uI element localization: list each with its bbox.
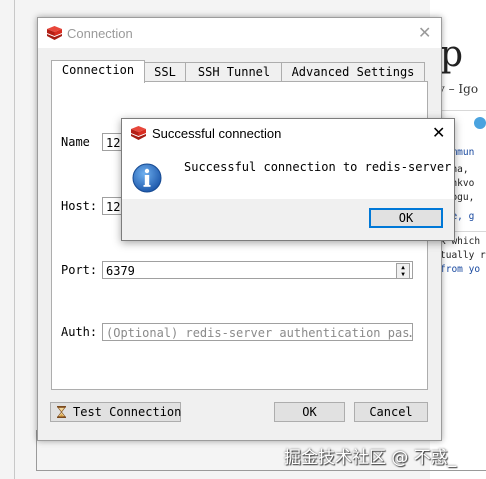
test-connection-button[interactable]: Test Connection xyxy=(50,402,181,422)
dialog-titlebar: Connection ✕ xyxy=(38,18,441,48)
name-label: Name xyxy=(61,135,90,149)
port-label: Port: xyxy=(61,263,98,277)
background-text-line: tually r xyxy=(440,250,486,261)
dialog-title: Connection xyxy=(67,26,133,41)
tab-advanced-settings[interactable]: Advanced Settings xyxy=(281,62,425,82)
twitter-icon xyxy=(474,117,486,129)
tab-connection[interactable]: Connection xyxy=(51,60,145,83)
close-icon[interactable]: ✕ xyxy=(418,25,431,41)
redis-logo-icon xyxy=(131,126,146,140)
watermark-text: 掘金技术社区 @ 不惑_ xyxy=(284,448,457,468)
success-dialog-title: Successful connection xyxy=(152,126,282,141)
close-icon[interactable]: ✕ xyxy=(432,125,445,141)
hourglass-icon xyxy=(57,406,66,418)
host-label: Host: xyxy=(61,199,98,213)
success-dialog: Successful connection ✕ Successful conne… xyxy=(121,118,455,241)
auth-field[interactable]: (Optional) redis-server authentication p… xyxy=(102,323,413,341)
success-message: Successful connection to redis-server xyxy=(184,160,452,174)
background-subtitle: y – Igo xyxy=(438,82,479,96)
auth-label: Auth: xyxy=(61,325,98,339)
cancel-button[interactable]: Cancel xyxy=(354,402,428,422)
test-connection-label: Test Connection xyxy=(73,405,182,419)
background-divider xyxy=(14,0,15,479)
success-ok-button[interactable]: OK xyxy=(369,208,443,228)
success-dialog-body: Successful connection to redis-server xyxy=(122,149,454,199)
info-icon xyxy=(132,163,162,193)
background-heading: p l xyxy=(440,34,486,75)
port-stepper[interactable]: 6379 ▲ ▼ xyxy=(102,261,413,279)
success-dialog-titlebar: Successful connection ✕ xyxy=(122,119,454,149)
tab-ssh-tunnel[interactable]: SSH Tunnel xyxy=(185,62,283,82)
background-divider xyxy=(36,470,486,471)
ok-button[interactable]: OK xyxy=(274,402,345,422)
port-value: 6379 xyxy=(106,264,135,278)
spin-arrows-icon[interactable]: ▲ ▼ xyxy=(396,263,410,278)
background-text-line: from yo xyxy=(440,264,481,275)
tab-ssl[interactable]: SSL xyxy=(143,62,187,82)
redis-logo-icon xyxy=(47,26,62,40)
